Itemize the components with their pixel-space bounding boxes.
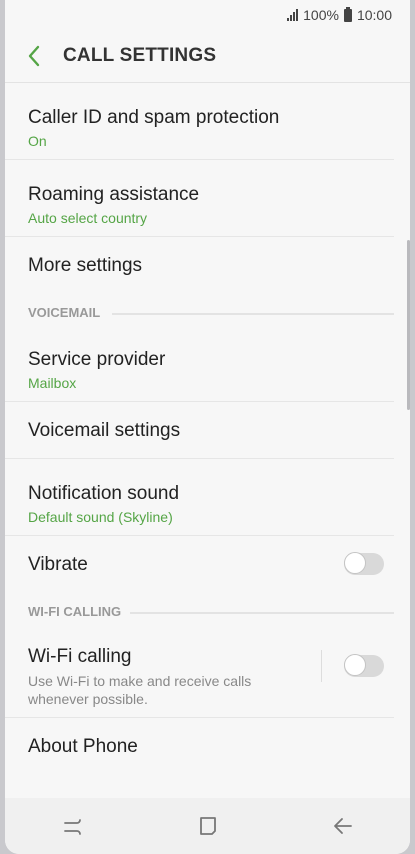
item-subtitle: Default sound (Skyline) bbox=[28, 509, 173, 525]
caller-id-spam-item[interactable]: Caller ID and spam protection On bbox=[5, 83, 394, 160]
service-provider-item[interactable]: Service provider Mailbox bbox=[5, 325, 394, 402]
item-description: Use Wi-Fi to make and receive calls when… bbox=[28, 673, 252, 707]
home-button[interactable] bbox=[188, 806, 228, 846]
item-title: Voicemail settings bbox=[28, 420, 181, 441]
item-title: Vibrate bbox=[28, 554, 88, 575]
screen-edge bbox=[407, 240, 410, 410]
page-title: CALL SETTINGS bbox=[63, 45, 217, 66]
item-subtitle: On bbox=[28, 133, 47, 149]
back-button[interactable] bbox=[19, 41, 49, 71]
vibrate-toggle[interactable] bbox=[344, 552, 384, 575]
toggle-knob bbox=[344, 654, 366, 676]
wifi-calling-item[interactable]: Wi-Fi calling Use Wi-Fi to make and rece… bbox=[5, 624, 394, 718]
back-icon bbox=[333, 818, 352, 834]
navigation-bar bbox=[5, 798, 410, 854]
section-label: VOICEMAIL bbox=[28, 305, 101, 320]
roaming-assistance-item[interactable]: Roaming assistance Auto select country bbox=[5, 160, 394, 237]
settings-list: Caller ID and spam protection On Roaming… bbox=[5, 83, 410, 774]
item-title: About Phone bbox=[28, 736, 138, 757]
section-label: WI-FI CALLING bbox=[28, 604, 122, 619]
back-nav-button[interactable] bbox=[323, 806, 363, 846]
section-divider bbox=[112, 313, 394, 315]
more-settings-item[interactable]: More settings bbox=[5, 237, 394, 293]
item-title: Caller ID and spam protection bbox=[28, 107, 280, 128]
wifi-calling-section-header: WI-FI CALLING bbox=[5, 592, 394, 624]
item-subtitle: Mailbox bbox=[28, 375, 77, 391]
home-icon bbox=[199, 817, 216, 835]
recent-apps-button[interactable] bbox=[53, 806, 93, 846]
battery-percentage: 100% bbox=[303, 7, 339, 23]
section-divider bbox=[130, 612, 394, 614]
status-bar: 100% 10:00 bbox=[5, 0, 410, 30]
item-title: Notification sound bbox=[28, 483, 180, 504]
voicemail-section-header: VOICEMAIL bbox=[5, 293, 394, 325]
about-phone-item[interactable]: About Phone bbox=[5, 718, 394, 774]
item-title: Wi-Fi calling bbox=[28, 646, 132, 667]
wifi-calling-toggle[interactable] bbox=[344, 654, 384, 677]
item-title: Roaming assistance bbox=[28, 184, 200, 205]
voicemail-settings-item[interactable]: Voicemail settings bbox=[5, 402, 394, 459]
toggle-knob bbox=[344, 552, 366, 574]
phone-screen: 100% 10:00 CALL SETTINGS Caller ID and s… bbox=[5, 0, 410, 854]
battery-icon bbox=[343, 6, 352, 22]
clock: 10:00 bbox=[356, 7, 392, 23]
item-subtitle: Auto select country bbox=[28, 210, 148, 226]
chevron-left-icon bbox=[28, 45, 40, 67]
item-title: Service provider bbox=[28, 349, 166, 370]
notification-sound-item[interactable]: Notification sound Default sound (Skylin… bbox=[5, 459, 394, 536]
item-title: More settings bbox=[28, 255, 143, 276]
vibrate-item[interactable]: Vibrate bbox=[5, 536, 394, 592]
recent-apps-icon bbox=[63, 819, 81, 835]
app-bar: CALL SETTINGS bbox=[5, 30, 410, 83]
signal-icon bbox=[287, 9, 299, 21]
divider bbox=[321, 650, 322, 682]
